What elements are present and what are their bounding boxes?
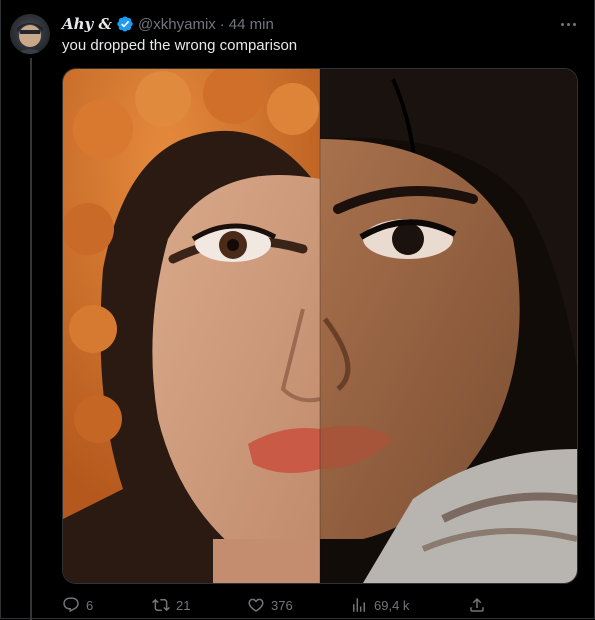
tweet-header: Ahy & @xkhyamix · 44 min — [62, 14, 274, 34]
tweet-timestamp[interactable]: 44 min — [229, 16, 274, 33]
views-icon — [353, 598, 365, 612]
display-name[interactable]: Ahy & — [62, 15, 112, 33]
views-count: 69,4 k — [374, 597, 410, 613]
tweet-media-image[interactable] — [62, 68, 578, 584]
like-count: 376 — [271, 597, 293, 613]
header-separator: · — [219, 15, 225, 33]
face-comparison-image — [63, 69, 577, 583]
heart-icon — [248, 598, 264, 612]
thread-line — [30, 58, 32, 620]
more-icon — [560, 22, 564, 26]
display-name-suffix: & — [98, 15, 113, 33]
avatar[interactable] — [10, 14, 50, 54]
views-button[interactable]: 69,4 k — [350, 594, 409, 616]
user-handle[interactable]: @xkhyamix — [138, 16, 216, 33]
share-icon — [470, 597, 484, 612]
like-button[interactable]: 376 — [247, 594, 293, 616]
repost-icon — [152, 598, 170, 612]
repost-button[interactable]: 21 — [152, 594, 190, 616]
tweet-actions: 6 21 376 69,4 k — [62, 594, 492, 616]
display-name-text: Ahy — [62, 15, 94, 33]
repost-count: 21 — [176, 597, 191, 613]
more-icon-dot — [566, 22, 570, 26]
reply-icon — [63, 597, 79, 613]
more-icon-dot — [572, 22, 576, 26]
reply-count: 6 — [86, 597, 94, 613]
avatar-image — [16, 23, 44, 54]
tweet-text: you dropped the wrong comparison — [62, 37, 298, 54]
verified-badge-icon — [117, 16, 133, 32]
reply-button[interactable]: 6 — [62, 594, 93, 616]
share-button[interactable] — [468, 594, 486, 616]
more-options-button[interactable] — [558, 16, 578, 32]
